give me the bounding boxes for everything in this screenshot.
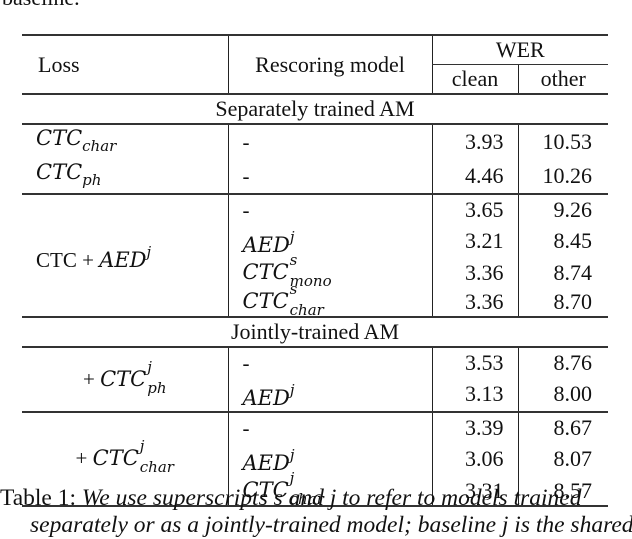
results-table-wrapper: Loss Rescoring model WER clean other Sep… xyxy=(22,34,609,508)
math-expression: - xyxy=(243,198,250,222)
wer-other-cell: 9.26 xyxy=(517,193,609,224)
math-expression: AEDj xyxy=(242,446,295,475)
math-base: - xyxy=(242,130,250,154)
header-wer: WER xyxy=(431,35,609,65)
wer-other-cell: 8.00 xyxy=(517,377,609,412)
section-header-row: Separately trained AM xyxy=(22,93,609,124)
math-expression: + CTC j char xyxy=(75,437,174,476)
loss-cell: CTCph xyxy=(22,159,228,194)
rescoring-model-cell: AEDj xyxy=(227,377,432,412)
math-base: AED xyxy=(99,247,147,272)
math-base: AED xyxy=(242,386,290,410)
header-other: other xyxy=(517,64,609,94)
rescoring-model-cell: - xyxy=(227,193,432,224)
wer-clean-cell: 4.46 xyxy=(431,159,518,194)
math-subscript: char xyxy=(139,458,174,476)
math-prefix: CTC + xyxy=(36,247,100,272)
wer-clean-cell: 3.36 xyxy=(431,287,518,317)
math-expression: CTC + AEDj xyxy=(36,243,151,272)
rescoring-model-cell: - xyxy=(227,123,432,159)
wer-clean-cell: 3.65 xyxy=(431,193,518,224)
math-base: - xyxy=(242,415,250,440)
math-prefix: + xyxy=(75,446,93,470)
math-base: CTC xyxy=(36,126,83,150)
math-base: - xyxy=(242,164,250,188)
math-prefix: + xyxy=(82,366,101,391)
rescoring-model-cell: - xyxy=(227,159,432,194)
wer-clean-cell: 3.36 xyxy=(431,258,518,287)
loss-cell: + CTC j ph xyxy=(22,346,228,412)
table-row: CTCph - 4.46 10.26 xyxy=(22,159,609,194)
wer-other-cell: 8.76 xyxy=(517,346,609,377)
math-base: CTC xyxy=(242,288,289,313)
math-base: CTC xyxy=(100,366,147,391)
math-base: AED xyxy=(242,233,290,257)
header-clean: clean xyxy=(431,64,518,94)
rescoring-model-cell: AEDj xyxy=(227,442,432,476)
wer-clean-cell: 3.53 xyxy=(431,346,518,377)
math-base: CTC xyxy=(92,446,139,470)
math-scripts: j ph xyxy=(146,358,166,397)
results-table: Loss Rescoring model WER clean other Sep… xyxy=(22,34,609,508)
math-base: - xyxy=(242,350,250,375)
math-subscript: char xyxy=(289,300,324,319)
wer-clean-cell: 3.39 xyxy=(431,411,518,442)
wer-other-cell: 8.70 xyxy=(517,287,609,317)
wer-other-cell: 8.74 xyxy=(517,258,609,287)
table-row: + CTC j ph -3.53 8.76 xyxy=(22,346,609,412)
math-expression: AEDj xyxy=(242,381,295,410)
math-superscript: j xyxy=(289,381,295,399)
section-title: Separately trained AM xyxy=(22,93,609,124)
table-row: CTCchar - 3.93 10.53 xyxy=(22,123,609,159)
wer-other-cell: 10.53 xyxy=(517,123,609,159)
math-subscript: ph xyxy=(147,378,167,397)
math-expression: + CTC j ph xyxy=(82,358,167,397)
math-subscript: ph xyxy=(82,171,102,189)
table-row: CTC + AEDj -3.65 9.26 xyxy=(22,193,609,317)
math-expression: - xyxy=(243,130,250,154)
wer-clean-cell: 3.06 xyxy=(431,442,518,476)
caption-continuation: separately or as a jointly-trained model… xyxy=(30,512,632,538)
math-scripts: j char xyxy=(139,437,174,476)
loss-cell: CTC + AEDj xyxy=(22,193,228,317)
math-superscript: j xyxy=(289,228,295,246)
math-base: AED xyxy=(242,451,290,475)
loss-cell: CTCchar xyxy=(22,123,228,159)
math-expression: CTC s char xyxy=(242,280,324,319)
table-caption: Table 1: We use superscripts s and j to … xyxy=(0,484,632,512)
math-expression: CTCchar xyxy=(36,126,116,155)
preceding-paragraph-fragment: baseline. xyxy=(2,0,80,10)
wer-other-cell: 10.26 xyxy=(517,159,609,194)
caption-text: We use superscripts s and j to refer to … xyxy=(81,485,582,511)
math-expression: CTCph xyxy=(36,160,101,189)
math-base: - xyxy=(242,197,250,222)
header-loss: Loss xyxy=(38,51,80,77)
math-expression: - xyxy=(243,164,250,188)
caption-label: Table 1: xyxy=(0,485,77,511)
math-scripts: s char xyxy=(289,280,324,319)
math-expression: AEDj xyxy=(242,228,295,257)
math-base: CTC xyxy=(242,259,289,284)
math-superscript: j xyxy=(289,446,295,464)
header-rescoring-model: Rescoring model xyxy=(227,35,432,94)
table-body: Separately trained AM CTCchar -3.93 10.53 CT… xyxy=(22,93,609,508)
math-expression: - xyxy=(243,416,250,440)
table-row: + CTC j char -3.39 8.67 xyxy=(22,411,609,507)
math-superscript: j xyxy=(146,242,152,261)
wer-clean-cell: 3.21 xyxy=(431,224,518,258)
math-subscript: char xyxy=(82,137,117,155)
math-expression: CTC s mono xyxy=(242,251,332,290)
wer-other-cell: 8.45 xyxy=(517,224,609,258)
math-base: CTC xyxy=(36,160,83,184)
wer-other-cell: 8.07 xyxy=(517,442,609,476)
rescoring-model-cell: CTC s mono xyxy=(227,251,432,290)
wer-clean-cell: 3.13 xyxy=(431,377,518,412)
rescoring-model-cell: AEDj xyxy=(227,224,432,258)
rescoring-model-cell: - xyxy=(227,411,432,442)
wer-clean-cell: 3.93 xyxy=(431,123,518,159)
math-expression: - xyxy=(243,351,250,375)
rescoring-model-cell: - xyxy=(227,346,432,377)
wer-other-cell: 8.67 xyxy=(517,411,609,442)
